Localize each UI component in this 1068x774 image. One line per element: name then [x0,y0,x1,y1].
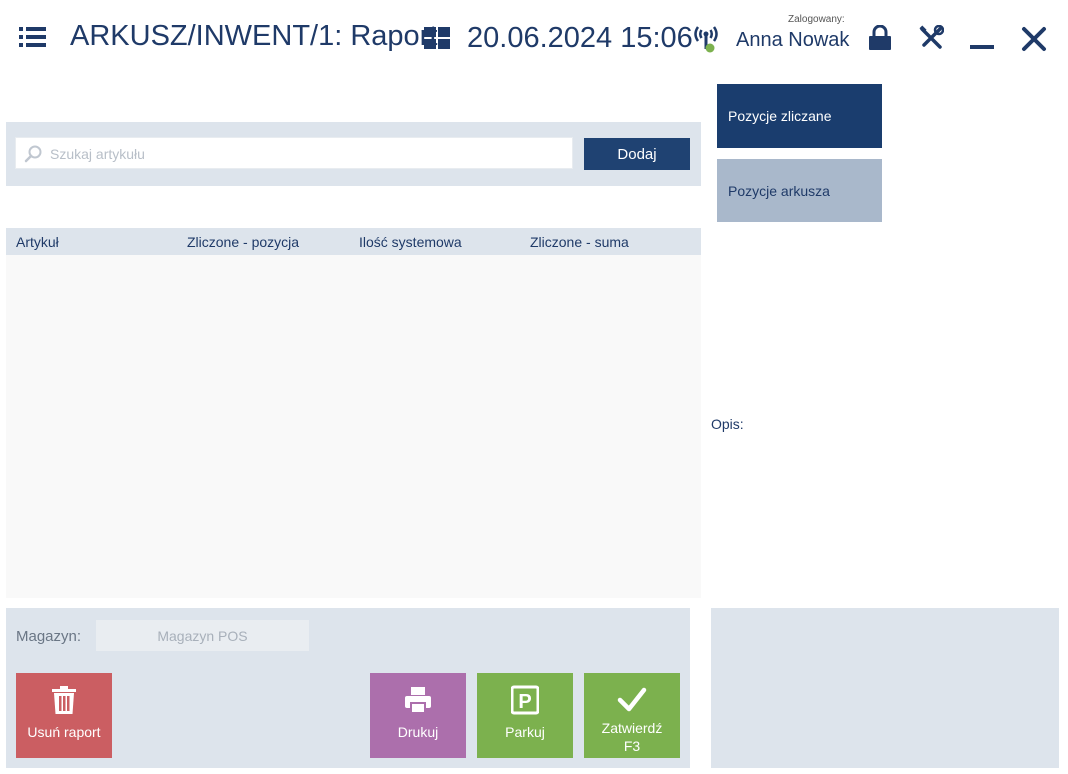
antenna-signal-icon [690,22,722,54]
warehouse-label: Magazyn: [16,628,82,645]
column-header-article[interactable]: Artykuł [16,234,59,250]
lock-icon[interactable] [868,25,892,51]
park-button[interactable]: P Parkuj [477,673,573,758]
svg-text:P: P [518,691,531,713]
right-bottom-panel [711,608,1059,768]
delete-report-label: Usuń raport [27,724,101,740]
datetime-display: 20.06.2024 15:06 [467,22,693,54]
search-input[interactable] [48,139,567,169]
user-name: Anna Nowak [736,29,850,51]
logged-in-label: Zalogowany: [788,14,845,25]
add-button[interactable]: Dodaj [584,138,690,170]
table-header: Artykuł Zliczone - pozycja Ilość systemo… [6,228,701,255]
tab-sheet-positions[interactable]: Pozycje arkusza [717,159,882,222]
confirm-label: Zatwierdź F3 [602,719,663,755]
close-icon[interactable] [1021,26,1047,52]
column-header-counted-position[interactable]: Zliczone - pozycja [187,234,299,250]
hamburger-menu-icon[interactable] [19,26,47,48]
print-label: Drukuj [397,724,439,740]
parking-icon: P [510,685,540,715]
minimize-icon[interactable] [969,26,995,52]
search-icon [24,145,42,163]
grid-layout-icon[interactable] [424,27,450,49]
page-title: ARKUSZ/INWENT/1: Raport [70,20,438,52]
print-button[interactable]: Drukuj [370,673,466,758]
tab-counted-positions[interactable]: Pozycje zliczane [717,84,882,148]
tools-icon[interactable] [918,25,944,51]
description-label: Opis: [711,416,744,432]
table-body[interactable] [6,255,701,598]
warehouse-field: Magazyn POS [96,620,309,651]
checkmark-icon [617,685,647,715]
column-header-counted-sum[interactable]: Zliczone - suma [530,234,629,250]
confirm-button[interactable]: Zatwierdź F3 [584,673,680,758]
printer-icon [404,685,432,715]
column-header-system-quantity[interactable]: Ilość systemowa [359,234,462,250]
confirm-shortcut: F3 [623,738,641,754]
confirm-label-line1: Zatwierdź [601,720,663,736]
park-label: Parkuj [505,724,545,740]
trash-icon [51,685,77,715]
delete-report-button[interactable]: Usuń raport [16,673,112,758]
